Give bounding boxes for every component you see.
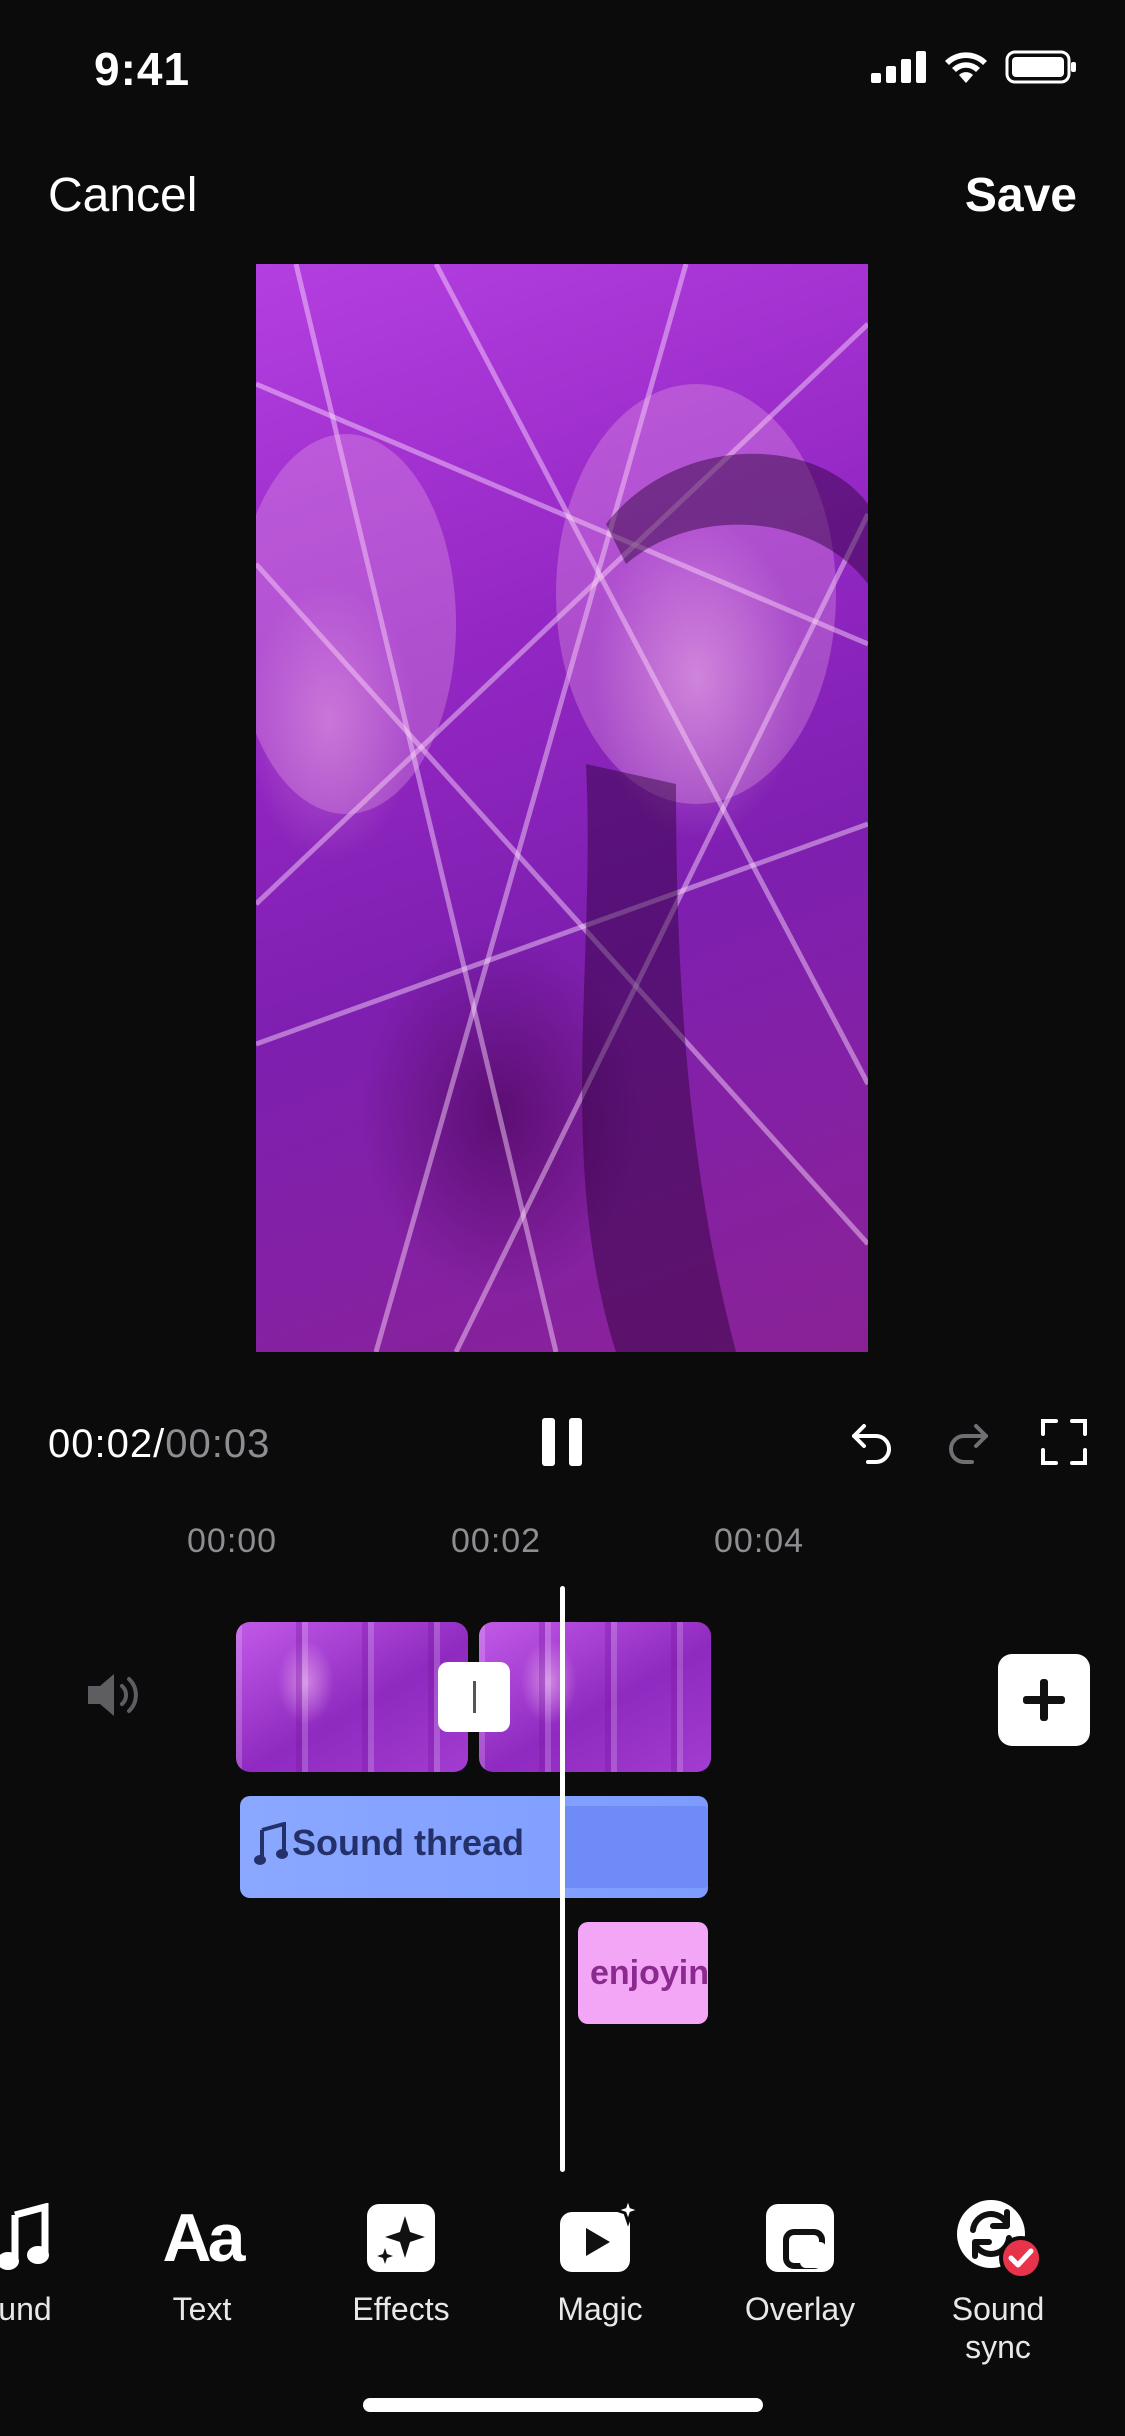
wifi-icon <box>945 52 987 83</box>
speaker-icon <box>88 1674 138 1716</box>
redo-button[interactable] <box>944 1418 992 1469</box>
music-note-icon <box>254 1822 288 1865</box>
sound-track-label: Sound thread <box>292 1822 524 1863</box>
fullscreen-button[interactable] <box>1040 1418 1088 1469</box>
clip-split-handle[interactable] <box>438 1662 510 1732</box>
save-button[interactable]: Save <box>965 168 1077 223</box>
tool-overlay[interactable]: Overlay <box>715 2196 885 2328</box>
sound-sync-icon <box>957 2200 1043 2280</box>
tool-label: Overlay <box>744 2291 856 2327</box>
current-time: 00:02 <box>48 1422 154 1466</box>
ruler-tick: 00:02 <box>451 1522 542 1560</box>
magic-video-icon <box>560 2198 642 2272</box>
tool-label: Text <box>172 2291 232 2327</box>
timecode: 00:02/00:03 <box>48 1422 270 1467</box>
battery-icon <box>1005 50 1076 84</box>
video-preview[interactable] <box>256 264 868 1352</box>
tool-effects[interactable]: Effects <box>316 2196 486 2328</box>
text-aa-icon: Aa <box>162 2200 246 2276</box>
tool-sound-sync[interactable]: Sound sync <box>913 2196 1083 2366</box>
sparkle-icon <box>367 2204 435 2272</box>
video-clip[interactable] <box>236 1622 468 1772</box>
add-clip-button[interactable] <box>998 1654 1090 1746</box>
tool-sound[interactable]: und <box>0 2196 110 2328</box>
tool-label: und <box>0 2291 52 2327</box>
time-separator: / <box>153 1422 166 1466</box>
sound-track[interactable]: Sound thread <box>240 1796 708 1898</box>
cancel-button[interactable]: Cancel <box>48 168 197 223</box>
redo-icon <box>949 1424 988 1464</box>
cellular-signal-icon <box>871 51 926 83</box>
ruler-tick: 00:04 <box>714 1522 805 1560</box>
tool-magic[interactable]: Magic <box>515 2196 685 2328</box>
video-clip[interactable] <box>479 1622 711 1772</box>
text-track[interactable]: enjoyin <box>578 1922 708 2024</box>
tool-text[interactable]: Aa Text <box>117 2196 287 2328</box>
music-note-icon <box>0 2203 49 2270</box>
overlay-icon <box>766 2204 834 2272</box>
home-indicator[interactable] <box>363 2398 763 2412</box>
preview-light-rays <box>256 264 868 1352</box>
text-track-label: enjoyin <box>590 1954 708 1992</box>
playhead[interactable] <box>560 1586 565 2172</box>
plus-icon <box>1023 1679 1065 1721</box>
ruler-tick: 00:00 <box>187 1522 278 1560</box>
tool-label: Effects <box>352 2291 450 2327</box>
sound-waveform <box>560 1806 708 1888</box>
status-icons <box>871 50 1077 84</box>
pause-button[interactable] <box>540 1416 584 1471</box>
undo-button[interactable] <box>848 1418 896 1469</box>
tool-label: Sound sync <box>951 2291 1045 2365</box>
track-volume-button[interactable] <box>84 1668 144 1725</box>
status-time: 9:41 <box>94 43 191 95</box>
fullscreen-icon <box>1041 1419 1087 1465</box>
pause-icon <box>542 1418 582 1466</box>
undo-icon <box>852 1424 891 1464</box>
total-time: 00:03 <box>165 1422 271 1466</box>
tool-label: Magic <box>557 2291 643 2327</box>
